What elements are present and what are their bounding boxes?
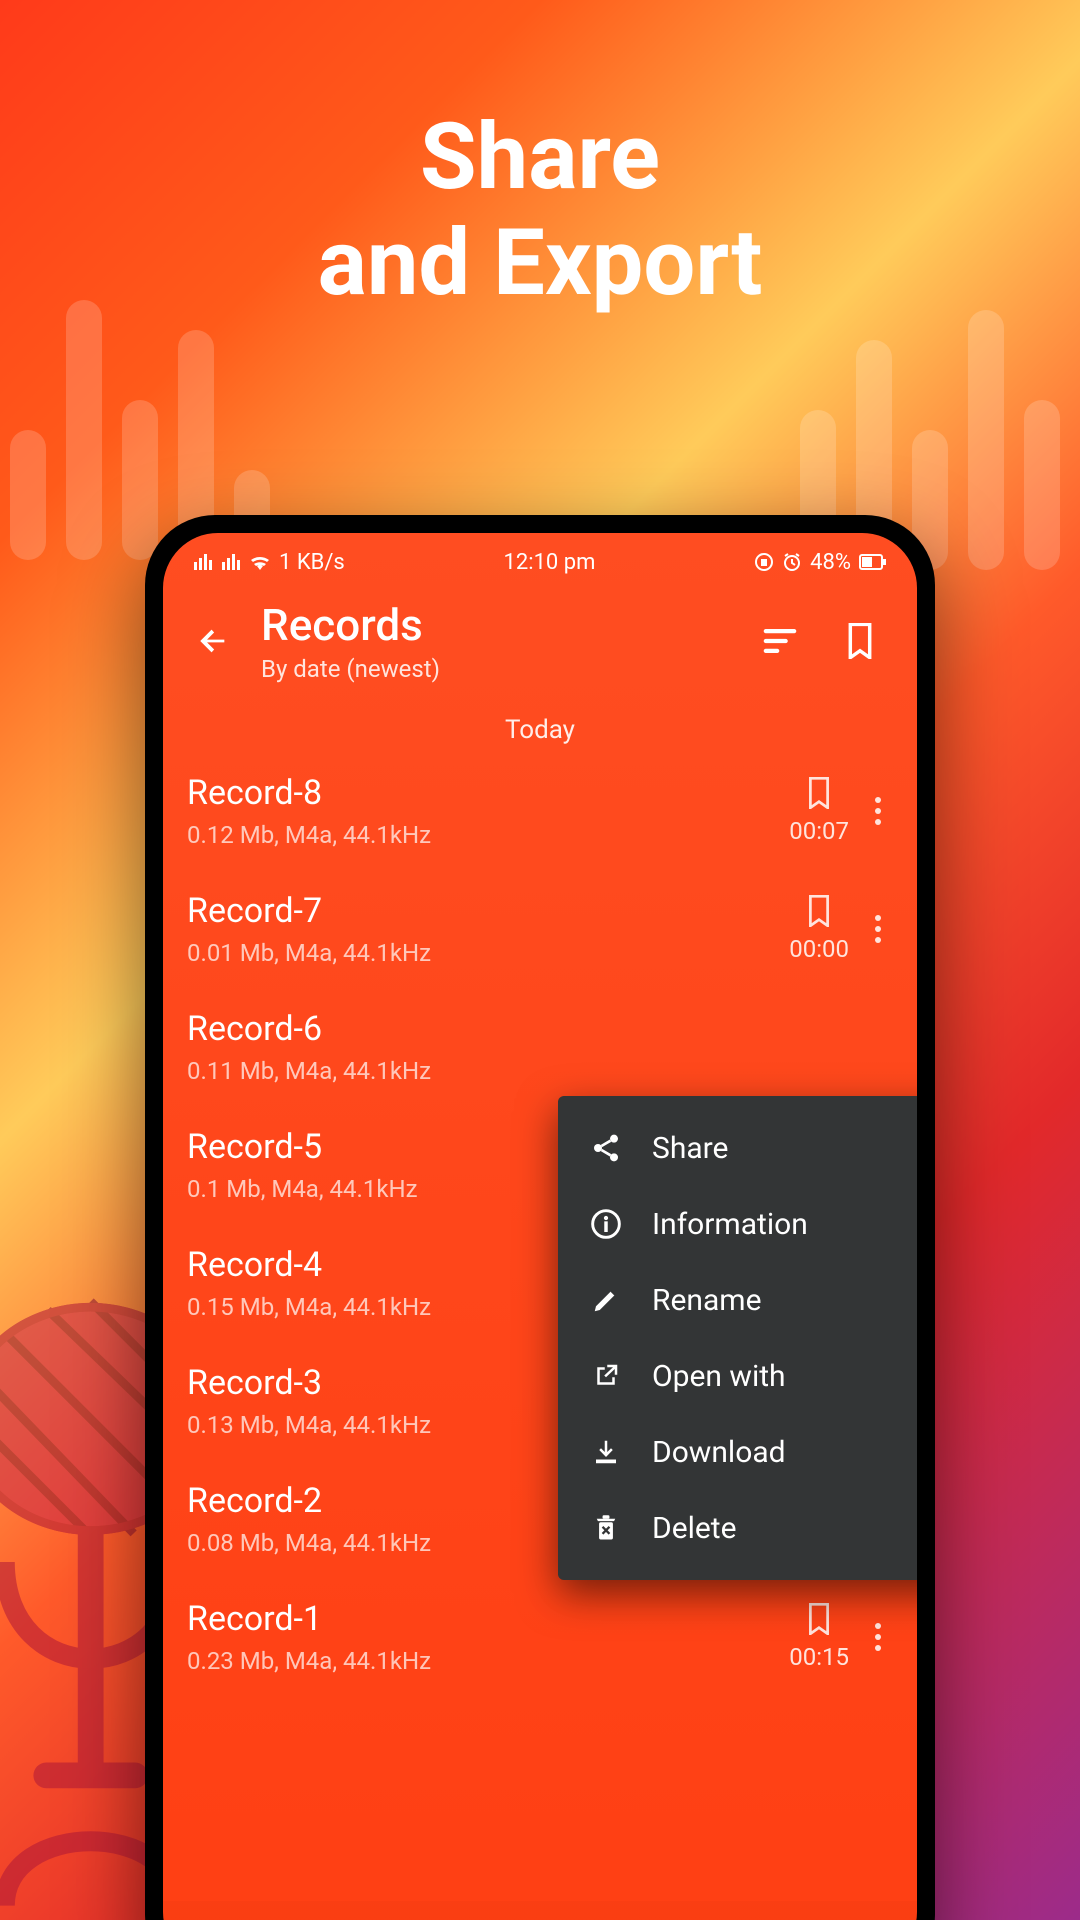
system-nav-bar xyxy=(163,1901,917,1920)
menu-label: Share xyxy=(652,1131,728,1166)
sort-icon xyxy=(763,628,797,654)
menu-open-with[interactable]: Open with xyxy=(558,1338,917,1414)
status-battery-pct: 48% xyxy=(810,550,851,575)
context-menu: Share Information Rename xyxy=(558,1096,917,1580)
status-right: 48% xyxy=(754,550,887,575)
phone-frame: 1 KB/s 12:10 pm 48% Records By date (new… xyxy=(145,515,935,1920)
menu-delete[interactable]: Delete xyxy=(558,1490,917,1566)
bookmark-icon[interactable] xyxy=(806,777,832,809)
record-meta: 0.23 Mb, M4a, 44.1kHz xyxy=(187,1647,789,1675)
record-title: Record-1 xyxy=(187,1599,789,1639)
battery-icon xyxy=(859,554,887,570)
record-row[interactable]: Record-8 0.12 Mb, M4a, 44.1kHz 00:07 xyxy=(163,751,917,869)
record-row[interactable]: Record-1 0.23 Mb, M4a, 44.1kHz 00:15 xyxy=(163,1577,917,1679)
bookmark-icon xyxy=(846,623,874,659)
record-duration: 00:15 xyxy=(789,1643,849,1671)
headline-line2: and Export xyxy=(0,211,1080,317)
menu-label: Delete xyxy=(652,1511,737,1546)
sort-button[interactable] xyxy=(759,620,801,662)
arrow-left-icon xyxy=(196,624,230,658)
record-duration: 00:07 xyxy=(789,817,849,845)
bookmark-icon[interactable] xyxy=(806,1603,832,1635)
share-icon xyxy=(588,1130,624,1166)
pencil-icon xyxy=(588,1282,624,1318)
record-more-button[interactable] xyxy=(863,1612,893,1662)
promo-headline: Share and Export xyxy=(0,105,1080,317)
signal-icon xyxy=(221,553,241,571)
record-more-button[interactable] xyxy=(863,904,893,954)
alarm-icon xyxy=(782,552,802,572)
record-duration: 00:00 xyxy=(789,935,849,963)
open-external-icon xyxy=(588,1358,624,1394)
menu-label: Open with xyxy=(652,1359,786,1394)
record-title: Record-8 xyxy=(187,773,789,813)
record-meta: 0.12 Mb, M4a, 44.1kHz xyxy=(187,821,789,849)
record-more-button[interactable] xyxy=(863,786,893,836)
bookmark-icon[interactable] xyxy=(806,895,832,927)
wifi-icon xyxy=(249,553,271,571)
download-icon xyxy=(588,1434,624,1470)
record-row[interactable]: Record-7 0.01 Mb, M4a, 44.1kHz 00:00 xyxy=(163,869,917,987)
menu-rename[interactable]: Rename xyxy=(558,1262,917,1338)
menu-label: Information xyxy=(652,1207,808,1242)
info-icon xyxy=(588,1206,624,1242)
menu-label: Rename xyxy=(652,1283,762,1318)
menu-share[interactable]: Share xyxy=(558,1110,917,1186)
lock-rotation-icon xyxy=(754,552,774,572)
menu-download[interactable]: Download xyxy=(558,1414,917,1490)
trash-icon xyxy=(588,1510,624,1546)
record-title: Record-6 xyxy=(187,1009,893,1049)
section-today: Today xyxy=(163,697,917,751)
menu-label: Download xyxy=(652,1435,786,1470)
page-title: Records xyxy=(261,599,759,651)
record-meta: 0.01 Mb, M4a, 44.1kHz xyxy=(187,939,789,967)
record-meta: 0.11 Mb, M4a, 44.1kHz xyxy=(187,1057,893,1085)
menu-information[interactable]: Information xyxy=(558,1186,917,1262)
status-net: 1 KB/s xyxy=(279,550,345,575)
status-bar: 1 KB/s 12:10 pm 48% xyxy=(163,533,917,591)
record-row[interactable]: Record-6 0.11 Mb, M4a, 44.1kHz xyxy=(163,987,917,1105)
headline-line1: Share xyxy=(0,105,1080,211)
record-title: Record-7 xyxy=(187,891,789,931)
title-block: Records By date (newest) xyxy=(261,599,759,683)
app-bar: Records By date (newest) xyxy=(163,591,917,697)
bookmarks-button[interactable] xyxy=(839,620,881,662)
status-time: 12:10 pm xyxy=(504,550,596,575)
back-button[interactable] xyxy=(187,615,239,667)
sort-subtitle[interactable]: By date (newest) xyxy=(261,655,759,683)
promo-background: Share and Export 1 KB/s 12:10 pm 48% xyxy=(0,0,1080,1920)
phone-screen: 1 KB/s 12:10 pm 48% Records By date (new… xyxy=(163,533,917,1920)
status-left: 1 KB/s xyxy=(193,550,345,575)
signal-icon xyxy=(193,553,213,571)
